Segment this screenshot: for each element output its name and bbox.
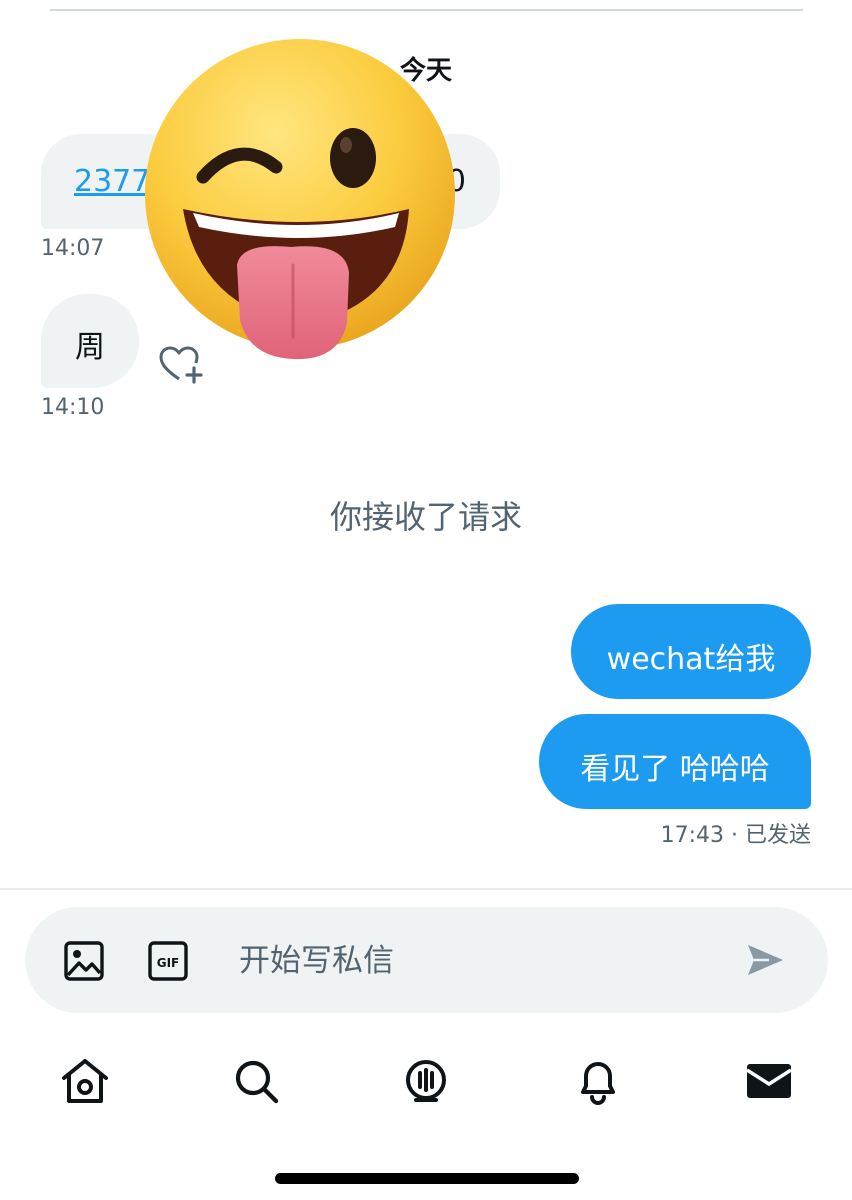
message-status: 17:43 · 已发送 [660,823,811,848]
top-divider [50,9,803,11]
message-text: wechat给我 [606,642,776,677]
send-icon[interactable] [745,942,785,978]
outgoing-message[interactable]: 看见了 哈哈哈 [539,714,811,809]
spaces-icon[interactable] [400,1056,452,1106]
mail-icon[interactable] [743,1056,795,1106]
message-timestamp: 14:07 [41,236,105,261]
message-input[interactable] [237,935,721,987]
message-text: 周 [75,330,105,365]
message-timestamp: 14:10 [41,395,105,420]
message-composer: GIF [25,907,828,1013]
gif-icon[interactable]: GIF [147,940,189,982]
bell-icon[interactable] [572,1056,624,1106]
system-message: 你接收了请求 [329,498,522,536]
message-link[interactable]: 2377 [74,164,150,199]
bottom-navigation [0,1050,852,1110]
incoming-message[interactable]: 周 [41,294,139,388]
message-text: 看见了 哈哈哈 [580,752,770,787]
search-icon[interactable] [230,1056,282,1106]
outgoing-message[interactable]: wechat给我 [571,604,811,699]
home-indicator[interactable] [275,1173,579,1184]
composer-divider [0,888,852,890]
gif-label: GIF [157,956,180,970]
image-icon[interactable] [63,940,105,982]
wink-tongue-emoji-icon [145,39,455,360]
home-icon[interactable] [59,1056,111,1106]
